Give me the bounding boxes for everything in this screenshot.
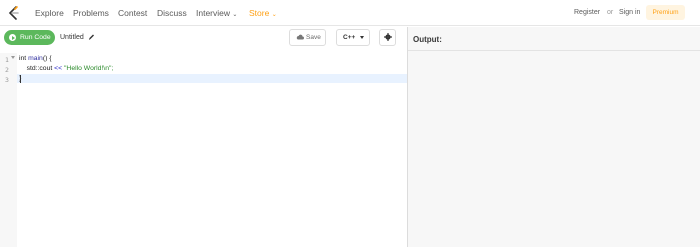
line-number-gutter: 1 2 3 bbox=[0, 53, 17, 247]
code-token: () { bbox=[42, 55, 52, 62]
code-token: std::cout bbox=[26, 65, 55, 72]
code-token: "Hello World!\n"; bbox=[62, 65, 114, 72]
nav-problems[interactable]: Problems bbox=[73, 8, 109, 18]
active-line-highlight bbox=[17, 74, 407, 83]
playground-title: Untitled bbox=[60, 34, 84, 41]
caret-down-icon bbox=[360, 36, 364, 39]
line-number: 2 bbox=[5, 66, 9, 74]
run-code-label: Run Code bbox=[20, 34, 51, 41]
editor-panel bbox=[0, 27, 408, 247]
chevron-down-icon: ⌄ bbox=[271, 12, 277, 18]
register-link[interactable]: Register bbox=[574, 9, 600, 16]
output-header: Output: bbox=[408, 27, 700, 51]
language-label: C++ bbox=[343, 34, 356, 41]
panel-divider[interactable] bbox=[407, 27, 408, 247]
settings-button[interactable] bbox=[379, 29, 396, 46]
language-select[interactable]: C++ bbox=[336, 29, 370, 46]
output-label: Output: bbox=[413, 35, 442, 44]
play-icon bbox=[9, 34, 16, 41]
nav-explore[interactable]: Explore bbox=[35, 8, 64, 18]
nav-store[interactable]: Store ⌄ bbox=[249, 8, 277, 18]
premium-button[interactable]: Premium bbox=[646, 5, 685, 20]
sign-in-link[interactable]: Sign in bbox=[619, 9, 640, 16]
nav-contest[interactable]: Contest bbox=[118, 8, 147, 18]
top-navbar: Explore Problems Contest Discuss Intervi… bbox=[0, 0, 700, 26]
code-line-2[interactable]: std::cout << "Hello World!\n"; bbox=[19, 65, 114, 72]
leetcode-logo-icon[interactable] bbox=[8, 6, 20, 20]
nav-interview-label: Interview bbox=[196, 8, 231, 18]
nav-interview[interactable]: Interview ⌄ bbox=[196, 8, 237, 18]
code-token: int bbox=[19, 55, 29, 62]
text-cursor bbox=[20, 75, 21, 83]
nav-discuss[interactable]: Discuss bbox=[157, 8, 187, 18]
code-line-1[interactable]: int main() { bbox=[19, 55, 52, 62]
output-panel: Output: bbox=[408, 27, 700, 247]
chevron-down-icon: ⌄ bbox=[232, 12, 238, 18]
code-token: << bbox=[54, 65, 63, 72]
pencil-icon[interactable] bbox=[88, 33, 95, 41]
nav-store-label: Store bbox=[249, 8, 270, 18]
save-button[interactable]: Save bbox=[289, 29, 326, 46]
run-code-button[interactable]: Run Code bbox=[4, 30, 55, 45]
code-token: main bbox=[28, 55, 43, 62]
or-text: or bbox=[607, 9, 614, 16]
save-label: Save bbox=[306, 34, 321, 41]
cloud-upload-icon bbox=[296, 34, 304, 40]
fold-arrow-icon[interactable] bbox=[11, 56, 15, 59]
line-number: 1 bbox=[5, 56, 9, 64]
gear-icon bbox=[384, 33, 392, 41]
line-number: 3 bbox=[5, 76, 9, 84]
